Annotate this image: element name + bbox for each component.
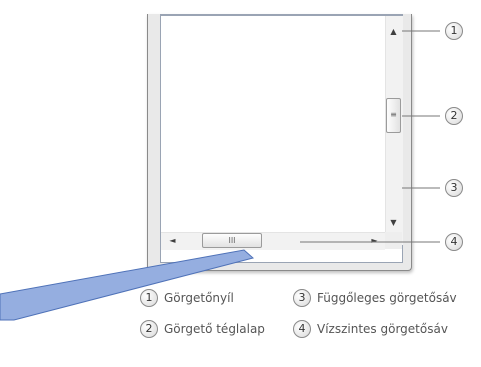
callout-4: 4 bbox=[445, 233, 463, 251]
legend-label-4: Vízszintes görgetősáv bbox=[317, 322, 448, 336]
legend-num-2: 2 bbox=[140, 320, 158, 338]
legend-label-3: Függőleges görgetősáv bbox=[317, 291, 457, 305]
callout-3: 3 bbox=[445, 179, 463, 197]
callout-lines bbox=[0, 30, 440, 321]
legend-label-2: Görgető téglalap bbox=[164, 322, 265, 336]
pointer-shape bbox=[0, 249, 255, 321]
callout-1: 1 bbox=[445, 22, 463, 40]
legend-num-4: 4 bbox=[293, 320, 311, 338]
legend-num-3: 3 bbox=[293, 289, 311, 307]
legend-label-1: Görgetőnyíl bbox=[164, 291, 234, 305]
callout-2: 2 bbox=[445, 107, 463, 125]
legend-num-1: 1 bbox=[140, 289, 158, 307]
